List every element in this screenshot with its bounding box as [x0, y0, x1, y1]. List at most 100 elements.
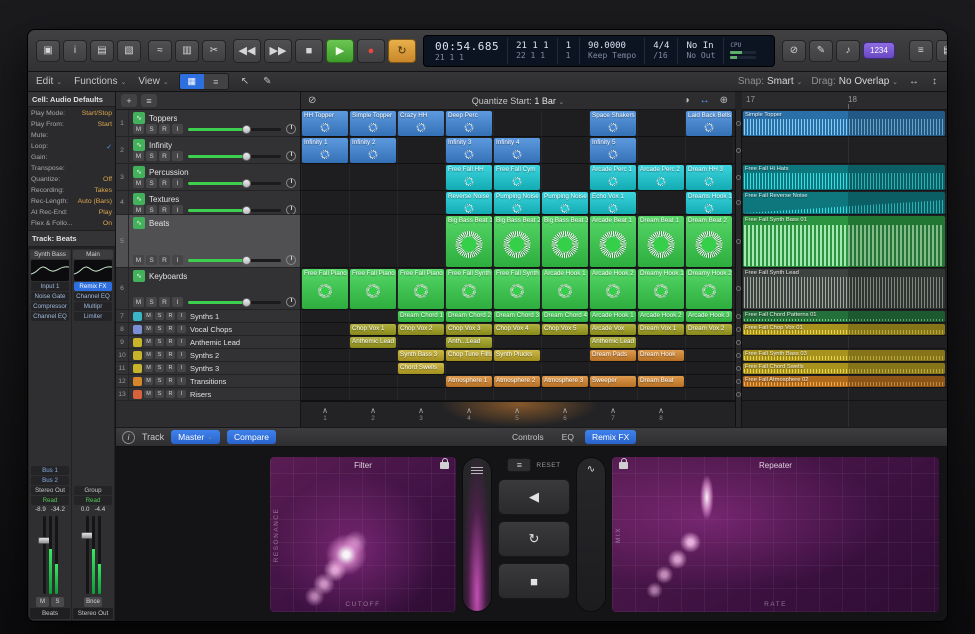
- eq-display[interactable]: [31, 260, 69, 281]
- menu-view[interactable]: View⌄: [138, 76, 168, 87]
- add-track-button[interactable]: +: [121, 94, 137, 107]
- solo-off-icon[interactable]: ⊘: [782, 40, 806, 62]
- pan-knob[interactable]: [286, 124, 296, 134]
- inspector-icon[interactable]: i: [63, 40, 87, 62]
- region-free-fall-reverse-noise[interactable]: Free Fall Reverse Noise: [743, 192, 945, 214]
- insert-slot-compressor[interactable]: Compressor: [31, 302, 69, 311]
- grid-add-icon[interactable]: ⊕: [718, 95, 730, 106]
- timeline-ruler[interactable]: 1718: [742, 92, 947, 110]
- lock-icon[interactable]: [440, 462, 449, 469]
- grid-cell-arcade-hook-1[interactable]: Arcade Hook 1: [590, 311, 636, 322]
- region-free-fall-synth-bass-03[interactable]: Free Fall Synth Bass 03: [743, 350, 945, 361]
- track-s-button[interactable]: S: [146, 205, 157, 214]
- grid-cell-free-fall-piano[interactable]: Free Fall Piano: [350, 269, 396, 309]
- grid-arrange-toggle[interactable]: [736, 327, 741, 332]
- volume-slider[interactable]: [188, 182, 281, 185]
- scene-trigger-2[interactable]: ∧2: [349, 402, 397, 427]
- track-r-button[interactable]: R: [166, 325, 175, 333]
- scratch-button[interactable]: ↻: [498, 521, 570, 557]
- pan-knob[interactable]: [286, 151, 296, 161]
- grid-cell-free-fall-cym[interactable]: Free Fall Cym: [494, 165, 540, 190]
- grid-cell-free-fall-piano[interactable]: Free Fall Piano: [302, 269, 348, 309]
- track-row-toppers[interactable]: 1∿ToppersMSRI: [116, 110, 300, 137]
- track-m-button[interactable]: M: [133, 255, 144, 265]
- lock-icon[interactable]: [619, 462, 628, 469]
- track-r-button[interactable]: R: [159, 124, 170, 134]
- track-r-button[interactable]: R: [166, 364, 175, 372]
- track-i-button[interactable]: I: [177, 364, 186, 372]
- grid-cell-pumping-noise[interactable]: Pumping Noise: [542, 192, 588, 214]
- fx-touch-strip-right[interactable]: ∿: [576, 457, 606, 612]
- track-r-button[interactable]: R: [159, 178, 170, 188]
- track-row-textures[interactable]: 4∿TexturesMSRI: [116, 191, 300, 215]
- grid-cell-infinity-5[interactable]: Infinity 5: [590, 138, 636, 163]
- grid-cell-anthemic-lead[interactable]: Anthemic Lead: [590, 337, 636, 348]
- volume-knob[interactable]: [242, 298, 251, 307]
- track-i-button[interactable]: I: [177, 377, 186, 385]
- scene-trigger-5[interactable]: ∧5: [493, 402, 541, 427]
- tape-stop-button[interactable]: ■: [498, 563, 570, 599]
- pan-knob[interactable]: [286, 205, 296, 214]
- repeater-xy-pad[interactable]: Repeater MIX RATE: [612, 457, 939, 612]
- track-r-button[interactable]: R: [166, 351, 175, 359]
- track-m-button[interactable]: M: [133, 151, 144, 161]
- tab-remix-fx[interactable]: Remix FX: [585, 430, 636, 444]
- pan-knob[interactable]: [286, 297, 296, 307]
- tab-eq[interactable]: EQ: [555, 430, 581, 444]
- input-slot[interactable]: Input 1: [31, 282, 69, 291]
- scene-trigger-7[interactable]: ∧7: [589, 402, 637, 427]
- grid-cell-big-bass-beat-1[interactable]: Big Bass Beat 1: [446, 216, 492, 267]
- grid-arrange-toggle[interactable]: [736, 175, 741, 180]
- grid-cell-arcade-perc-1[interactable]: Arcade Perc 1: [590, 165, 636, 190]
- device-selector[interactable]: Master ⌄: [171, 430, 220, 444]
- grid-cell-free-fall-hh[interactable]: Free Fall HH: [446, 165, 492, 190]
- track-m-button[interactable]: M: [144, 338, 153, 346]
- grid-cell-chop-tune-fills[interactable]: Chop Tune Fills: [446, 350, 492, 361]
- grid-cell-dream-chord-2[interactable]: Dream Chord 2: [446, 311, 492, 322]
- grid-expand-icon[interactable]: ↔: [698, 95, 712, 106]
- track-i-button[interactable]: I: [172, 151, 183, 161]
- inspector-row-transpose[interactable]: Transpose:: [31, 163, 112, 174]
- grid-arrange-toggle[interactable]: [736, 340, 741, 345]
- grid-cell-dreamy-hook-2[interactable]: Dreamy Hook 2: [686, 269, 732, 309]
- eq-display[interactable]: [74, 260, 112, 281]
- grid-cell-infinity-1[interactable]: Infinity 1: [302, 138, 348, 163]
- track-r-button[interactable]: R: [159, 205, 170, 214]
- track-m-button[interactable]: M: [133, 178, 144, 188]
- region-free-fall-chord-swells[interactable]: Free Fall Chord Swells: [743, 363, 945, 374]
- lcd-field[interactable]: No InNo Out: [678, 38, 724, 64]
- pencil-icon[interactable]: ✎: [809, 40, 833, 62]
- track-s-button[interactable]: S: [155, 351, 164, 359]
- track-s-button[interactable]: S: [155, 364, 164, 372]
- track-i-button[interactable]: I: [177, 351, 186, 359]
- track-row-percussion[interactable]: 3∿PercussionMSRI: [116, 164, 300, 191]
- grid-cell-free-fall-synth[interactable]: Free Fall Synth: [494, 269, 540, 309]
- zoom-horizontal-icon[interactable]: ↔: [907, 76, 921, 87]
- cell-inspector-header[interactable]: Cell: Audio Defaults: [28, 92, 115, 107]
- live-loops-view-button[interactable]: ▦: [180, 74, 204, 89]
- scene-trigger-3[interactable]: ∧3: [397, 402, 445, 427]
- lcd-field[interactable]: 00:54.68521 1 1: [427, 38, 508, 64]
- grid-cell-chop-vox-3[interactable]: Chop Vox 3: [446, 324, 492, 335]
- grid-cell-dream-chord-4[interactable]: Dream Chord 4: [542, 311, 588, 322]
- track-r-button[interactable]: R: [166, 390, 175, 398]
- grid-cell-chop-vox-1[interactable]: Chop Vox 1: [350, 324, 396, 335]
- grid-cell-laid-back-bells[interactable]: Laid Back Bells: [686, 111, 732, 136]
- pan-knob[interactable]: [286, 178, 296, 188]
- grid-arrange-toggle[interactable]: [736, 392, 741, 397]
- track-inspector-header[interactable]: Track: Beats: [28, 230, 115, 247]
- grid-cell-free-fall-synth[interactable]: Free Fall Synth: [446, 269, 492, 309]
- mixer-icon[interactable]: ▥: [175, 40, 199, 62]
- track-s-button[interactable]: S: [155, 377, 164, 385]
- grid-cell-reverse-noise[interactable]: Reverse Noise: [446, 192, 492, 214]
- channel-fader[interactable]: [86, 516, 101, 594]
- fx-touch-strip-left[interactable]: [462, 457, 492, 612]
- track-r-button[interactable]: R: [159, 151, 170, 161]
- track-s-button[interactable]: S: [146, 151, 157, 161]
- track-i-button[interactable]: I: [177, 325, 186, 333]
- volume-slider[interactable]: [188, 259, 281, 262]
- quick-help-icon[interactable]: ▤: [90, 40, 114, 62]
- inspector-row-quantize[interactable]: Quantize:Off: [31, 174, 112, 185]
- volume-slider[interactable]: [188, 155, 281, 158]
- grid-cell-dream-vox-2[interactable]: Dream Vox 2: [686, 324, 732, 335]
